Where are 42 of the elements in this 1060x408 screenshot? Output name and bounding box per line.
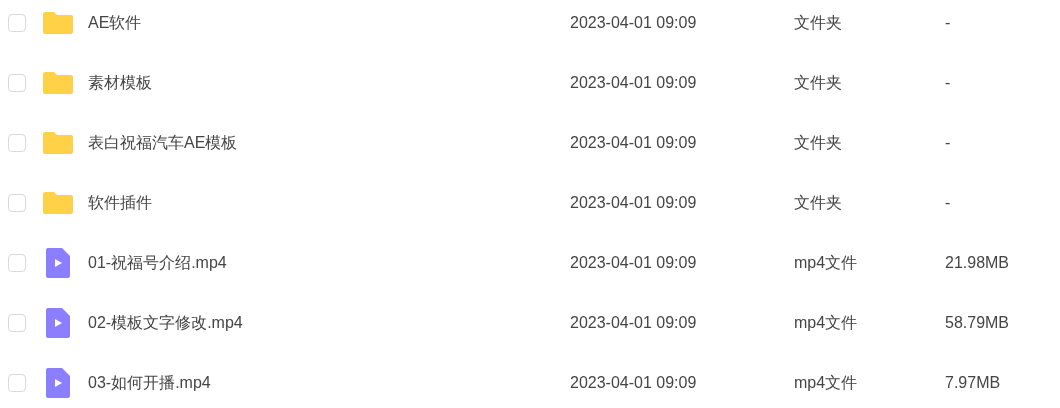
modified-date: 2023-04-01 09:09: [570, 373, 698, 393]
video-file-icon: [46, 368, 70, 398]
folder-icon: [43, 12, 73, 34]
file-type: mp4文件: [794, 373, 859, 393]
modified-date: 2023-04-01 09:09: [570, 313, 698, 333]
file-size: -: [945, 193, 951, 213]
file-size: 7.97MB: [945, 373, 1001, 393]
file-type: 文件夹: [794, 193, 843, 213]
file-size: -: [945, 73, 951, 93]
checkbox[interactable]: [8, 314, 26, 332]
file-name[interactable]: 素材模板: [88, 71, 570, 95]
file-size: 21.98MB: [945, 253, 1010, 273]
file-type: 文件夹: [794, 73, 843, 93]
file-name[interactable]: 表白祝福汽车AE模板: [88, 131, 570, 155]
modified-date: 2023-04-01 09:09: [570, 73, 698, 93]
checkbox[interactable]: [8, 194, 26, 212]
file-size: 58.79MB: [945, 313, 1010, 333]
folder-icon: [43, 192, 73, 214]
checkbox[interactable]: [8, 14, 26, 32]
video-file-icon: [46, 308, 70, 338]
checkbox[interactable]: [8, 254, 26, 272]
file-type: mp4文件: [794, 253, 859, 273]
folder-icon: [43, 132, 73, 154]
file-name[interactable]: 01-祝福号介绍.mp4: [88, 251, 570, 275]
file-name[interactable]: 02-模板文字修改.mp4: [88, 311, 570, 335]
checkbox[interactable]: [8, 134, 26, 152]
file-type: mp4文件: [794, 313, 859, 333]
modified-date: 2023-04-01 09:09: [570, 253, 698, 273]
modified-date: 2023-04-01 09:09: [570, 133, 698, 153]
checkbox[interactable]: [8, 374, 26, 392]
file-name[interactable]: 03-如何开播.mp4: [88, 371, 570, 395]
folder-icon: [43, 72, 73, 94]
file-name[interactable]: 软件插件: [88, 191, 570, 215]
file-type: 文件夹: [794, 13, 843, 33]
modified-date: 2023-04-01 09:09: [570, 13, 698, 33]
file-size: -: [945, 133, 951, 153]
file-type: 文件夹: [794, 133, 843, 153]
video-file-icon: [46, 248, 70, 278]
modified-date: 2023-04-01 09:09: [570, 193, 698, 213]
file-size: -: [945, 13, 951, 33]
file-name[interactable]: AE软件: [88, 11, 570, 35]
checkbox[interactable]: [8, 74, 26, 92]
